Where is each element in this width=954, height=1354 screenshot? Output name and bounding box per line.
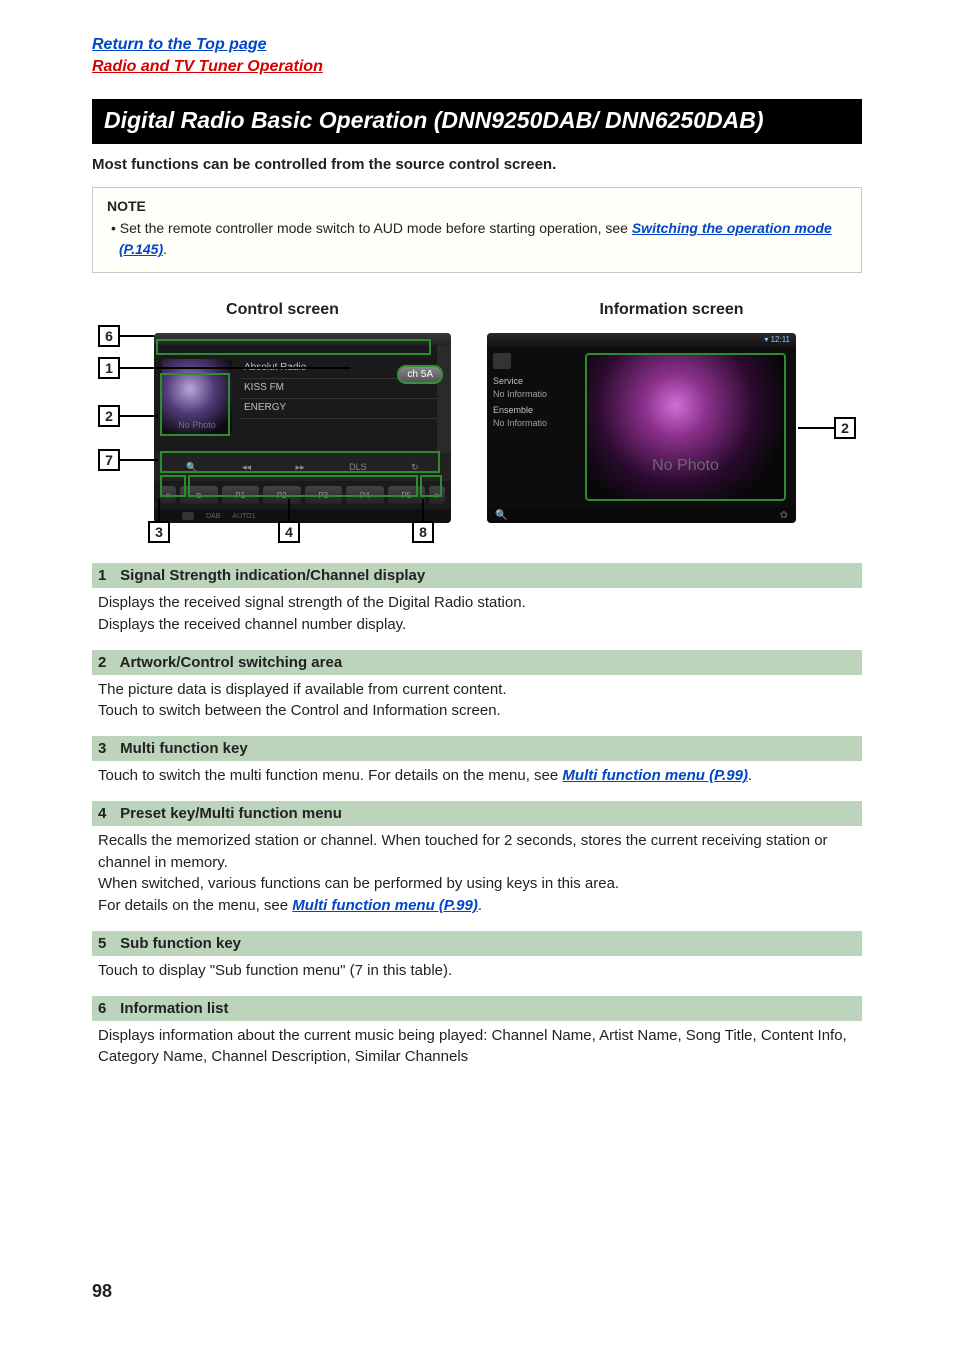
return-top-link[interactable]: Return to the Top page	[92, 36, 267, 53]
info-service-label: Service	[493, 375, 577, 388]
item-para: For details on the menu, see Multi funct…	[98, 895, 856, 917]
item-body: Touch to switch the multi function menu.…	[92, 761, 862, 799]
item-para: Recalls the memorized station or channel…	[98, 830, 856, 874]
item-body: The picture data is displayed if availab…	[92, 675, 862, 735]
item: 4 Preset key/Multi function menu Recalls…	[92, 801, 862, 929]
info-noinfo1: No Informatio	[493, 388, 577, 401]
info-artwork[interactable]: No Photo	[585, 353, 786, 501]
item: 6 Information list Displays information …	[92, 996, 862, 1081]
callout-lead	[422, 499, 424, 521]
channel-button[interactable]: ch 5A	[397, 365, 443, 384]
screens-row: Control screen ch 5A Absolut Radio KISS …	[92, 301, 862, 535]
item: 2 Artwork/Control switching area The pic…	[92, 650, 862, 735]
item-para: When switched, various functions can be …	[98, 873, 856, 895]
item-body: Recalls the memorized station or channel…	[92, 826, 862, 929]
overlay-box	[160, 373, 230, 436]
callout-lead	[288, 499, 290, 521]
note-box: NOTE Set the remote controller mode swit…	[92, 187, 862, 273]
item-para: Touch to switch between the Control and …	[98, 700, 856, 722]
info-left-panel: Service No Informatio Ensemble No Inform…	[487, 347, 583, 507]
page-title: Digital Radio Basic Operation (DNN9250DA…	[92, 99, 862, 144]
item-heading: 4 Preset key/Multi function menu	[92, 801, 862, 826]
multi-function-link[interactable]: Multi function menu (P.99)	[562, 767, 748, 784]
info-search-icon[interactable]: 🔍	[495, 510, 507, 521]
callout-lead	[158, 499, 160, 521]
overlay-box	[420, 475, 442, 497]
note-text-before: Set the remote controller mode switch to…	[120, 220, 632, 236]
note-heading: NOTE	[107, 198, 847, 214]
item-para: Displays the received channel number dis…	[98, 614, 856, 636]
top-links: Return to the Top page Radio and TV Tune…	[92, 34, 862, 77]
control-screen-wrap: ch 5A Absolut Radio KISS FM ENERGY 🔍	[92, 325, 473, 535]
gear-icon[interactable]: ✿	[780, 510, 788, 521]
information-screen-title: Information screen	[481, 301, 862, 319]
item-para-before: Touch to switch the multi function menu.…	[98, 767, 562, 784]
list-item[interactable]: ENERGY	[240, 399, 437, 419]
item-heading: 3 Multi function key	[92, 736, 862, 761]
callout-lead	[120, 459, 158, 461]
item-para: Displays information about the current m…	[98, 1025, 856, 1069]
callout-1: 1	[98, 357, 120, 379]
control-bottom-bar: DAB AUTO1	[154, 509, 451, 523]
item: 5 Sub function key Touch to display "Sub…	[92, 931, 862, 994]
item-para-before: For details on the menu, see	[98, 897, 292, 914]
information-screen-col: Information screen ▾ 12:11 Service No In…	[481, 301, 862, 535]
item-para: The picture data is displayed if availab…	[98, 679, 856, 701]
control-screen-title: Control screen	[92, 301, 473, 319]
callout-4: 4	[278, 521, 300, 543]
page-number: 98	[92, 1281, 112, 1302]
callout-lead	[120, 415, 158, 417]
callout-3: 3	[148, 521, 170, 543]
item-heading: 2 Artwork/Control switching area	[92, 650, 862, 675]
item: 1 Signal Strength indication/Channel dis…	[92, 563, 862, 648]
bottom-dot-icon	[182, 512, 194, 520]
callout-2: 2	[98, 405, 120, 427]
callout-8: 8	[412, 521, 434, 543]
info-topbar: ▾ 12:11	[487, 333, 796, 347]
intro-text: Most functions can be controlled from th…	[92, 156, 862, 173]
callout-6: 6	[98, 325, 120, 347]
item-para: Touch to display "Sub function menu" (7 …	[98, 960, 856, 982]
item-para-after: .	[478, 897, 482, 914]
item-heading: 5 Sub function key	[92, 931, 862, 956]
info-bottom-bar: 🔍 ✿	[487, 507, 796, 523]
callout-lead	[120, 367, 350, 369]
item-body: Displays information about the current m…	[92, 1021, 862, 1081]
breadcrumb-link[interactable]: Radio and TV Tuner Operation	[92, 56, 323, 78]
control-screen-col: Control screen ch 5A Absolut Radio KISS …	[92, 301, 473, 535]
item-para-after: .	[748, 767, 752, 784]
item-para: Displays the received signal strength of…	[98, 592, 856, 614]
dab-label: DAB	[206, 513, 220, 520]
overlay-box	[160, 451, 440, 473]
info-ensemble-label: Ensemble	[493, 404, 577, 417]
information-screen-wrap: ▾ 12:11 Service No Informatio Ensemble N…	[481, 325, 862, 535]
callout-7: 7	[98, 449, 120, 471]
note-text-after: .	[163, 241, 167, 257]
item-body: Displays the received signal strength of…	[92, 588, 862, 648]
callout-2: 2	[834, 417, 856, 439]
item-heading: 1 Signal Strength indication/Channel dis…	[92, 563, 862, 588]
callout-lead	[120, 335, 154, 337]
multi-function-link[interactable]: Multi function menu (P.99)	[292, 897, 478, 914]
item-body: Touch to display "Sub function menu" (7 …	[92, 956, 862, 994]
overlay-box	[160, 475, 186, 497]
item: 3 Multi function key Touch to switch the…	[92, 736, 862, 799]
overlay-box	[188, 475, 418, 497]
note-line: Set the remote controller mode switch to…	[107, 218, 847, 260]
overlay-box	[156, 339, 431, 355]
info-icon	[493, 353, 511, 369]
info-noinfo2: No Informatio	[493, 417, 577, 430]
item-heading: 6 Information list	[92, 996, 862, 1021]
items-section: 1 Signal Strength indication/Channel dis…	[92, 563, 862, 1080]
information-screen: ▾ 12:11 Service No Informatio Ensemble N…	[487, 333, 796, 523]
auto1-label: AUTO1	[232, 513, 255, 520]
callout-lead	[798, 427, 834, 429]
